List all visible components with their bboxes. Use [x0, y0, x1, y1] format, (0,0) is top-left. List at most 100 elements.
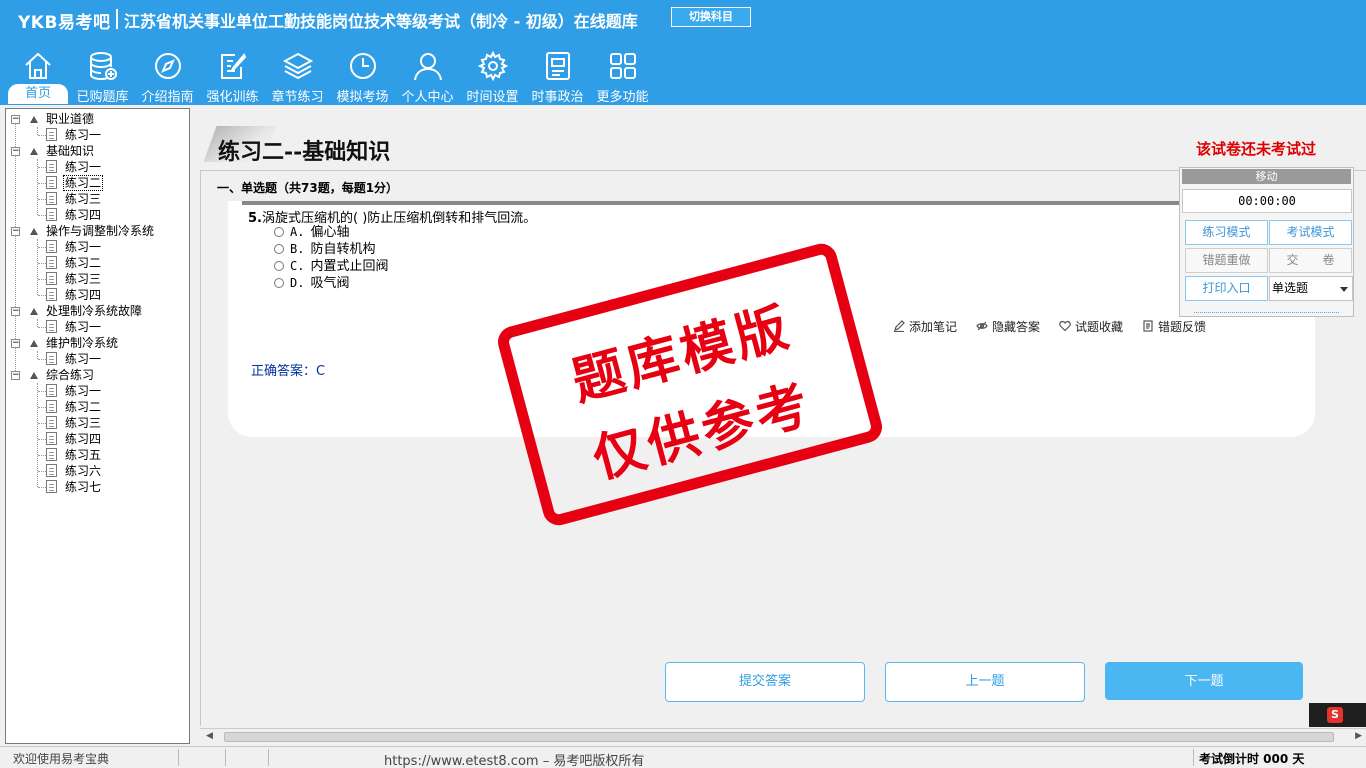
tree-item[interactable]: 练习四 [6, 207, 186, 223]
tree-item[interactable]: 练习一 [6, 383, 186, 399]
tree-item[interactable]: 练习二 [6, 255, 186, 271]
tree-group-ethics[interactable]: − 职业道德 [6, 111, 186, 127]
tree-item[interactable]: 练习七 [6, 479, 186, 495]
collapse-icon[interactable]: − [11, 227, 20, 236]
document-icon [46, 160, 57, 173]
tree-item[interactable]: 练习四 [6, 431, 186, 447]
collapse-icon[interactable]: − [11, 371, 20, 380]
nav-label: 时事政治 [531, 90, 584, 105]
tree-item[interactable]: 练习一 [6, 351, 186, 367]
nav-item-news[interactable]: 时事政治 [525, 46, 590, 105]
tree-group-basics[interactable]: − 基础知识 [6, 143, 186, 159]
print-button[interactable]: 打印入口 [1185, 276, 1268, 301]
report-icon [1142, 320, 1154, 332]
layers-icon [282, 50, 314, 82]
option-d[interactable]: D. 吸气阀 [274, 275, 349, 292]
nav-item-profile[interactable]: 个人中心 [395, 46, 460, 105]
radio-button[interactable] [274, 278, 284, 288]
nav-item-time-settings[interactable]: 时间设置 [460, 46, 525, 105]
folder-icon [30, 228, 38, 235]
panel-drag-handle[interactable]: 移动 [1182, 169, 1351, 184]
option-b[interactable]: B. 防自转机构 [274, 241, 375, 258]
collapse-icon[interactable]: − [11, 147, 20, 156]
status-divider [178, 749, 179, 766]
scrollbar-thumb[interactable] [224, 732, 1334, 742]
tree-connector [38, 327, 46, 328]
document-icon [46, 240, 57, 253]
document-icon [46, 288, 57, 301]
tree-group-label: 操作与调整制冷系统 [46, 224, 155, 238]
tree-item-selected[interactable]: 练习二 [6, 175, 186, 191]
tree-item[interactable]: 练习三 [6, 191, 186, 207]
tree-group-faults[interactable]: − 处理制冷系统故障 [6, 303, 186, 319]
scroll-left-icon[interactable]: ◀ [206, 731, 213, 741]
option-key: D. [290, 276, 305, 290]
tree-item[interactable]: 练习六 [6, 463, 186, 479]
tree-item[interactable]: 练习二 [6, 399, 186, 415]
tree-item-label: 练习一 [65, 128, 102, 142]
submit-paper-button[interactable]: 交 卷 [1269, 248, 1352, 273]
nav-item-chapter[interactable]: 章节练习 [265, 46, 330, 105]
tree-item[interactable]: 练习一 [6, 159, 186, 175]
question-type-select[interactable]: 单选题 [1269, 276, 1353, 301]
compass-icon [152, 50, 184, 82]
document-icon [46, 256, 57, 269]
option-a[interactable]: A. 偏心轴 [274, 224, 349, 241]
nav-item-mock-exam[interactable]: 模拟考场 [330, 46, 395, 105]
clock-icon [347, 50, 379, 82]
redo-wrong-button[interactable]: 错题重做 [1185, 248, 1268, 273]
prev-question-button[interactable]: 上一题 [885, 662, 1085, 702]
nav-item-more[interactable]: 更多功能 [590, 46, 655, 105]
collapse-icon[interactable]: − [11, 339, 20, 348]
collapse-icon[interactable]: − [11, 115, 20, 124]
tree-connector [38, 215, 46, 216]
add-note-button[interactable]: 添加笔记 [893, 318, 957, 335]
tree-item[interactable]: 练习五 [6, 447, 186, 463]
folder-icon [30, 116, 38, 123]
switch-subject-button[interactable]: 切换科目 [671, 7, 751, 27]
eye-hidden-icon [976, 320, 988, 332]
tree-item[interactable]: 练习一 [6, 127, 186, 143]
nav-item-home[interactable]: 首页 [5, 46, 70, 104]
option-text: 偏心轴 [310, 225, 350, 240]
scroll-right-icon[interactable]: ▶ [1355, 731, 1362, 741]
tree-item[interactable]: 练习一 [6, 239, 186, 255]
status-divider [1193, 749, 1194, 766]
copyright-text: https://www.etest8.com – 易考吧版权所有 [384, 754, 645, 768]
tree-group-operation[interactable]: − 操作与调整制冷系统 [6, 223, 186, 239]
exam-title: 江苏省机关事业单位工勤技能岗位技术等级考试（制冷 - 初级）在线题库 [124, 12, 638, 31]
favorite-button[interactable]: 试题收藏 [1059, 318, 1123, 335]
tree-item[interactable]: 练习一 [6, 319, 186, 335]
document-icon [46, 128, 57, 141]
next-question-button[interactable]: 下一题 [1105, 662, 1303, 700]
tree-group-comprehensive[interactable]: − 综合练习 [6, 367, 186, 383]
radio-button[interactable] [274, 244, 284, 254]
status-bar: 欢迎使用易考宝典 https://www.etest8.com – 易考吧版权所… [0, 746, 1366, 768]
document-icon [46, 432, 57, 445]
nav-item-guide[interactable]: 介绍指南 [135, 46, 200, 105]
nav-item-purchased[interactable]: 已购题库 [70, 46, 135, 105]
select-value: 单选题 [1272, 281, 1309, 295]
hide-answer-label: 隐藏答案 [992, 320, 1041, 334]
feedback-button[interactable]: 错题反馈 [1142, 318, 1206, 335]
tree-item[interactable]: 练习三 [6, 271, 186, 287]
radio-button[interactable] [274, 227, 284, 237]
option-c[interactable]: C. 内置式止回阀 [274, 258, 388, 275]
tree-connector [38, 423, 46, 424]
practice-mode-button[interactable]: 练习模式 [1185, 220, 1268, 245]
submit-answer-button[interactable]: 提交答案 [665, 662, 865, 702]
tree-item-label: 练习一 [65, 320, 102, 334]
input-method-icon[interactable]: S [1327, 707, 1343, 723]
tree-item[interactable]: 练习三 [6, 415, 186, 431]
tree-item-label: 练习一 [65, 384, 102, 398]
hide-answer-button[interactable]: 隐藏答案 [976, 318, 1040, 335]
nav-item-training[interactable]: 强化训练 [200, 46, 265, 105]
horizontal-scrollbar[interactable]: ◀ ▶ [200, 728, 1366, 744]
tree-item-label: 练习一 [65, 240, 102, 254]
folder-icon [30, 372, 38, 379]
tree-item[interactable]: 练习四 [6, 287, 186, 303]
radio-button[interactable] [274, 261, 284, 271]
tree-group-maintenance[interactable]: − 维护制冷系统 [6, 335, 186, 351]
collapse-icon[interactable]: − [11, 307, 20, 316]
exam-mode-button[interactable]: 考试模式 [1269, 220, 1352, 245]
